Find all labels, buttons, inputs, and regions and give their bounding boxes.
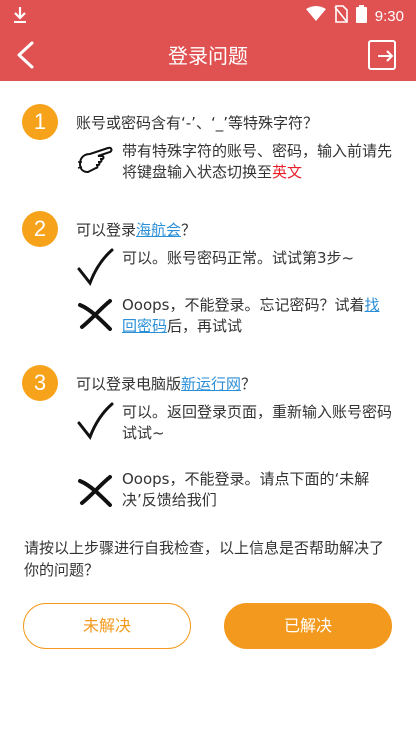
step-2-no-answer-prefix: Ooops，不能登录。忘记密码？试着: [122, 296, 365, 314]
pointing-hand-icon: [76, 142, 116, 182]
step-2-no-answer-suffix: 后，再试试: [167, 317, 243, 335]
step-number-3: 3: [22, 365, 58, 401]
step-3-question-suffix: ？: [241, 375, 257, 393]
page-title: 登录问题: [168, 44, 248, 68]
step-1-answer-highlight: 英文: [272, 163, 303, 181]
step-1-answer-text: 带有特殊字符的账号、密码，输入前请先将键盘输入状态切换至: [122, 142, 393, 181]
step-2-question-prefix: 可以登录: [76, 221, 137, 239]
cross-icon: [76, 471, 116, 511]
step-1-answer: 带有特殊字符的账号、密码，输入前请先将键盘输入状态切换至英文: [122, 141, 392, 183]
check-icon: [76, 247, 116, 287]
cross-icon: [76, 295, 116, 335]
solved-button[interactable]: 已解决: [224, 603, 392, 649]
haihang-club-link[interactable]: 海航会: [136, 221, 181, 239]
step-2-question-suffix: ？: [181, 221, 197, 239]
step-2-question: 可以登录海航会？: [76, 219, 196, 240]
step-2-no-answer: Ooops，不能登录。忘记密码？试着找回密码后，再试试: [122, 295, 392, 337]
step-3-no-answer: Ooops，不能登录。请点下面的‘未解决’反馈给我们: [122, 470, 370, 509]
xinyunxing-link[interactable]: 新运行网: [181, 375, 241, 393]
wifi-icon: [305, 6, 326, 26]
check-icon: [76, 401, 116, 441]
step-number-1: 1: [22, 104, 58, 140]
step-number-2: 2: [22, 211, 58, 247]
step-3-question: 可以登录电脑版新运行网？: [76, 373, 256, 394]
step-1-question: 账号或密码含有‘-’、‘_’等特殊字符？: [76, 114, 318, 132]
status-time: 9:30: [374, 7, 404, 25]
no-sim-icon: [334, 5, 348, 27]
self-check-question: 请按以上步骤进行自我检查，以上信息是否帮助解决了你的问题？: [24, 539, 385, 579]
step-3-yes-answer: 可以。返回登录页面，重新输入账号密码试试~: [122, 403, 393, 442]
battery-icon: [355, 5, 367, 27]
status-bar: 9:30: [0, 0, 416, 30]
step-2-yes-answer: 可以。账号密码正常。试试第3步~: [122, 249, 355, 267]
step-3-question-prefix: 可以登录电脑版: [76, 375, 182, 393]
app-bar: 登录问题: [0, 30, 416, 81]
unsolved-button[interactable]: 未解决: [23, 603, 191, 649]
download-icon: [12, 6, 28, 28]
share-icon[interactable]: [366, 38, 400, 72]
